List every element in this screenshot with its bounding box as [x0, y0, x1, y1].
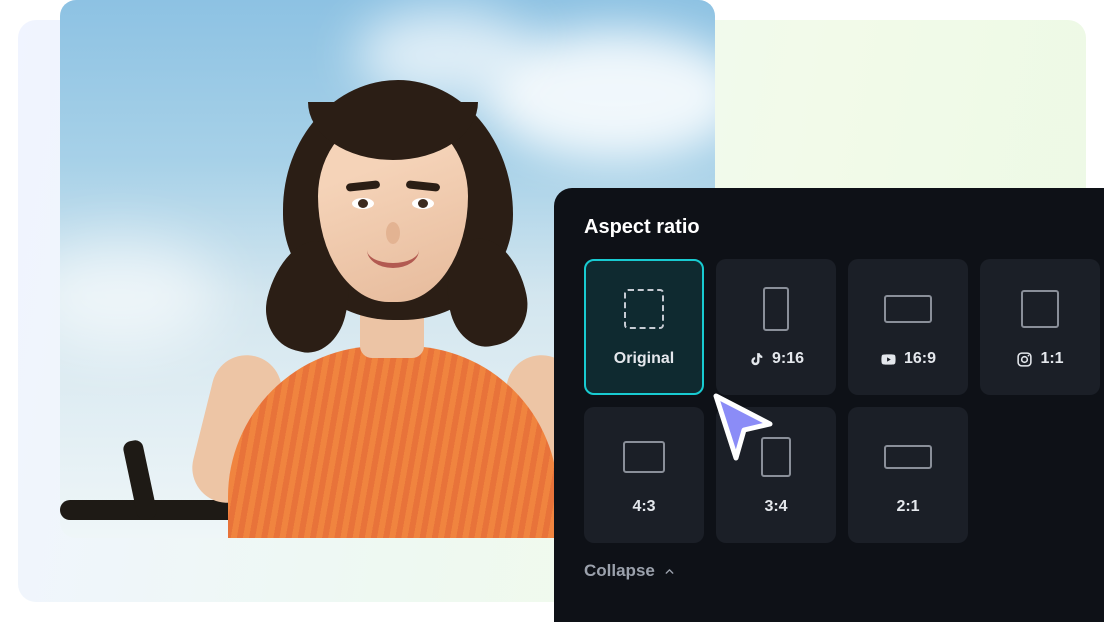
- aspect-ratio-tile-3-4[interactable]: 3:4: [716, 407, 836, 543]
- ratio-shape-preview: [761, 437, 791, 477]
- chevron-up-icon: [663, 565, 676, 578]
- aspect-ratio-tile-2-1[interactable]: 2:1: [848, 407, 968, 543]
- ratio-label-row: 3:4: [764, 498, 787, 516]
- ratio-label: 2:1: [896, 498, 919, 516]
- panel-title: Aspect ratio: [584, 216, 1104, 239]
- ratio-label-row: 2:1: [896, 498, 919, 516]
- collapse-button[interactable]: Collapse: [584, 561, 676, 581]
- instagram-icon: [1016, 351, 1033, 368]
- ratio-label-row: 4:3: [632, 498, 655, 516]
- ratio-label: 1:1: [1040, 350, 1063, 368]
- youtube-icon: [880, 351, 897, 368]
- ratio-shape-preview: [1021, 290, 1059, 328]
- collapse-label: Collapse: [584, 561, 655, 581]
- ratio-label: Original: [614, 350, 674, 368]
- ratio-label-row: Original: [614, 350, 674, 368]
- ratio-shape-preview: [884, 295, 932, 323]
- ratio-shape-preview: [884, 445, 932, 469]
- ratio-label: 3:4: [764, 498, 787, 516]
- ratio-shape-preview: [623, 441, 665, 473]
- ratio-label-row: 9:16: [748, 350, 804, 368]
- aspect-ratio-tile-original[interactable]: Original: [584, 259, 704, 395]
- ratio-label-row: 16:9: [880, 350, 936, 368]
- aspect-ratio-tile-16-9[interactable]: 16:9: [848, 259, 968, 395]
- ratio-label: 9:16: [772, 350, 804, 368]
- ratio-shape-preview: [763, 287, 789, 331]
- tiktok-icon: [748, 351, 765, 368]
- ratio-shape-preview: [624, 289, 664, 329]
- aspect-ratio-tile-9-16[interactable]: 9:16: [716, 259, 836, 395]
- ratio-label-row: 1:1: [1016, 350, 1063, 368]
- aspect-ratio-panel: Aspect ratio Original 9:16 16:9 1:1 4:3 3:4 2:…: [554, 188, 1104, 622]
- ratio-label: 4:3: [632, 498, 655, 516]
- aspect-ratio-tile-1-1[interactable]: 1:1: [980, 259, 1100, 395]
- aspect-ratio-tile-4-3[interactable]: 4:3: [584, 407, 704, 543]
- ratio-label: 16:9: [904, 350, 936, 368]
- aspect-ratio-grid: Original 9:16 16:9 1:1 4:3 3:4 2:1: [584, 259, 1104, 543]
